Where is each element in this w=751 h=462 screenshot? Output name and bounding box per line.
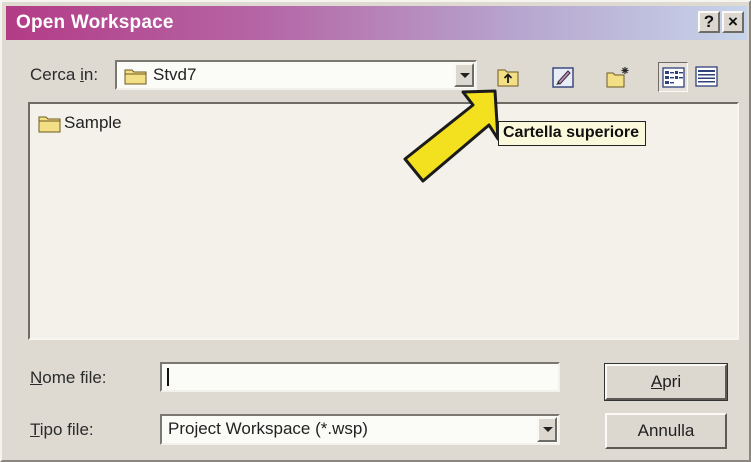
help-icon: ? [703,12,715,31]
filename-label: Nome file: [30,368,107,387]
list-view-icon [662,67,685,88]
text-caret [167,368,169,386]
look-in-dropdown[interactable]: Stvd7 [115,60,477,90]
open-workspace-dialog: Open Workspace ? × Cerca in: Stvd7 Sampl… [0,0,751,462]
pointer-arrow-icon [403,89,500,183]
filetype-value: Project Workspace (*.wsp) [168,419,368,438]
filetype-dropdown[interactable]: Project Workspace (*.wsp) [160,414,560,445]
title-bar[interactable]: Open Workspace ? × [6,6,747,40]
filetype-label: Tipo file: [30,420,94,439]
close-icon: × [728,12,738,31]
details-view-icon [695,66,718,87]
folder-icon [124,69,147,85]
new-folder-icon [606,67,629,88]
desktop-button[interactable] [548,62,578,92]
help-button[interactable]: ? [698,11,720,33]
list-item-label: Sample [64,113,122,132]
tooltip: Cartella superiore [498,121,647,146]
open-button[interactable]: Apri [604,363,728,401]
list-view-button[interactable] [658,62,688,92]
look-in-dropdown-arrow[interactable] [454,63,474,87]
folder-up-icon [497,69,519,87]
filetype-dropdown-arrow[interactable] [537,417,557,442]
cancel-button[interactable]: Annulla [605,413,727,449]
details-view-button[interactable] [692,62,722,92]
look-in-value: Stvd7 [153,65,197,84]
folder-icon [38,116,61,133]
desktop-icon [552,67,574,88]
look-in-label: Cerca in: [30,65,99,84]
new-folder-button[interactable] [602,62,632,92]
window-title: Open Workspace [16,12,174,33]
filename-input[interactable] [160,362,560,392]
close-button[interactable]: × [722,11,744,33]
